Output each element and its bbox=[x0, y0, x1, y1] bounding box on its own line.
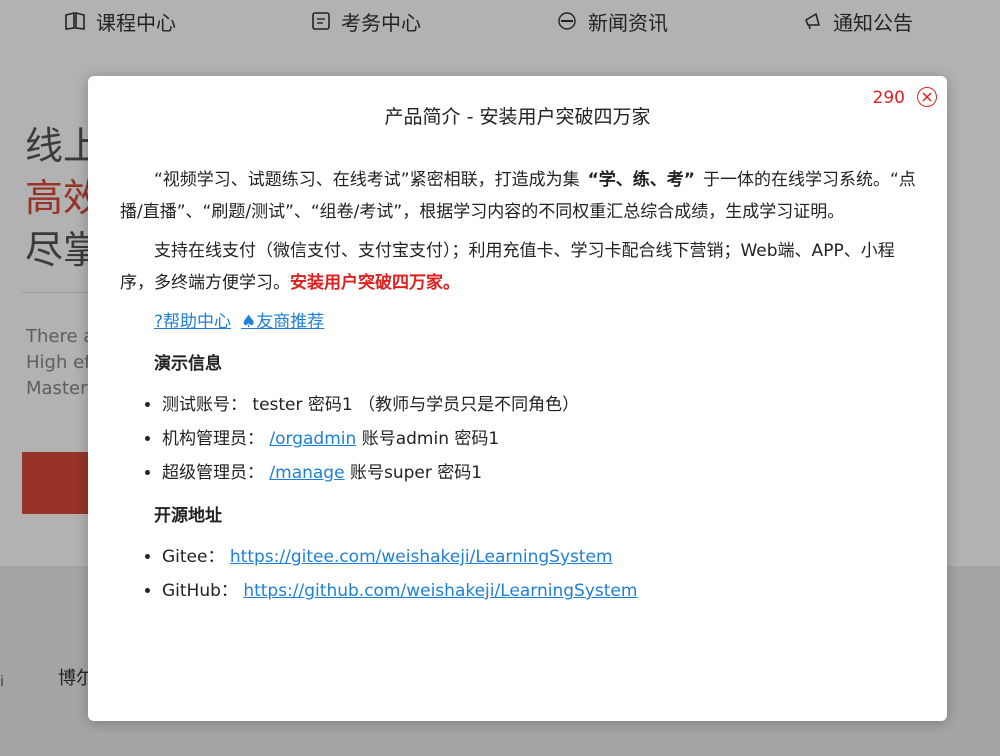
product-intro-modal: 产品简介 - 安装用户突破四万家 290 “视频学习、试题练习、在线考试”紧密相… bbox=[88, 76, 947, 721]
intro-paragraph-1: “视频学习、试题练习、在线考试”紧密相联，打造成为集 “学、练、考” 于一体的在线学… bbox=[120, 164, 920, 228]
close-button[interactable] bbox=[917, 87, 937, 107]
list-item: Gitee： https://gitee.com/weishakeji/Lear… bbox=[162, 540, 920, 574]
intro-text-2a: 支持在线支付（微信支付、支付宝支付）；利用充值卡、学习卡配合线下营销；Web端、… bbox=[120, 241, 895, 293]
intro-text-1a: “视频学习、试题练习、在线考试”紧密相联，打造成为集 bbox=[154, 170, 580, 190]
gitee-link[interactable]: https://gitee.com/weishakeji/LearningSys… bbox=[230, 547, 613, 567]
demo-info-heading: 演示信息 bbox=[154, 354, 222, 374]
source-label: GitHub： bbox=[162, 581, 244, 601]
intro-emphasis: “学、练、考” bbox=[587, 170, 695, 190]
intro-highlight: 安装用户突破四万家。 bbox=[290, 273, 460, 293]
list-item: 超级管理员： /manage 账号super 密码1 bbox=[162, 456, 920, 490]
partner-recommend-link[interactable]: ♠友商推荐 bbox=[241, 312, 324, 332]
list-item: GitHub： https://github.com/weishakeji/Le… bbox=[162, 574, 920, 608]
demo-credentials: 账号super 密码1 bbox=[344, 463, 483, 483]
intro-paragraph-2: 支持在线支付（微信支付、支付宝支付）；利用充值卡、学习卡配合线下营销；Web端、… bbox=[120, 235, 920, 299]
github-link[interactable]: https://github.com/weishakeji/LearningSy… bbox=[243, 581, 637, 601]
help-center-link[interactable]: ?帮助中心 bbox=[154, 312, 231, 332]
help-links: ?帮助中心 ♠友商推荐 bbox=[154, 306, 920, 338]
source-label: Gitee： bbox=[162, 547, 230, 567]
demo-label: 机构管理员： bbox=[162, 429, 270, 449]
orgadmin-link[interactable]: /orgadmin bbox=[269, 429, 356, 449]
open-source-list: Gitee： https://gitee.com/weishakeji/Lear… bbox=[120, 540, 920, 608]
demo-credentials: 账号admin 密码1 bbox=[356, 429, 500, 449]
manage-link[interactable]: /manage bbox=[269, 463, 344, 483]
demo-label: 超级管理员： bbox=[162, 463, 270, 483]
countdown-timer: 290 bbox=[872, 88, 905, 108]
close-icon bbox=[922, 92, 932, 102]
demo-test-account: 测试账号： tester 密码1 （教师与学员只是不同角色） bbox=[162, 395, 580, 415]
modal-content: “视频学习、试题练习、在线考试”紧密相联，打造成为集 “学、练、考” 于一体的在线学… bbox=[120, 164, 920, 608]
modal-title: 产品简介 - 安装用户突破四万家 bbox=[384, 106, 651, 128]
open-source-heading: 开源地址 bbox=[154, 506, 222, 526]
list-item: 机构管理员： /orgadmin 账号admin 密码1 bbox=[162, 422, 920, 456]
demo-info-list: 测试账号： tester 密码1 （教师与学员只是不同角色） 机构管理员： /o… bbox=[120, 388, 920, 490]
list-item: 测试账号： tester 密码1 （教师与学员只是不同角色） bbox=[162, 388, 920, 422]
